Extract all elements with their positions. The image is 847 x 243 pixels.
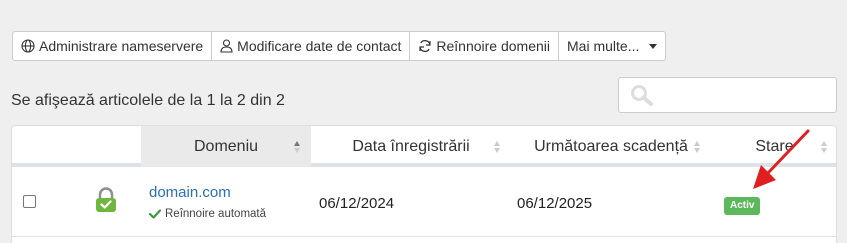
manage-nameservers-label: Administrare nameservere [39,38,204,54]
results-summary: Se afişează articolele de la 1 la 2 din … [11,92,285,109]
renew-domains-label: Reînnoire domenii [436,38,551,54]
header-next-due-date[interactable]: Următoarea scadență [511,126,711,167]
domains-table: Domeniu Data înregistrării Următoarea sc… [11,125,837,243]
refresh-icon [419,40,431,52]
header-next-due-label: Următoarea scadență [534,137,688,155]
auto-renew-indicator: Reînnoire automată [149,208,266,220]
header-domain-label: Domeniu [193,137,259,155]
header-registration-date[interactable]: Data înregistrării [311,126,511,167]
lock-icon [96,187,116,212]
table-row[interactable]: domain.com Reînnoire automată 06/12/2024… [12,171,836,237]
caret-down-icon [649,43,658,49]
check-icon [149,209,161,219]
header-registration-label: Data înregistrării [352,137,470,155]
registration-date-cell: 06/12/2024 [319,195,395,212]
header-checkbox-column [12,126,141,167]
header-domain[interactable]: Domeniu [141,126,311,167]
user-icon [220,39,233,53]
auto-renew-label: Reînnoire automată [165,208,267,220]
sort-icon [294,141,301,153]
next-due-date-cell: 06/12/2025 [517,195,593,212]
status-badge: Activ [724,197,761,215]
search-icon [631,85,653,106]
edit-contact-details-label: Modificare date de contact [237,38,402,54]
header-status-label: Stare [755,137,794,155]
row-select-checkbox[interactable] [23,195,36,208]
domain-link[interactable]: domain.com [149,184,231,201]
domain-actions-toolbar: Administrare nameservere Modificare date… [12,31,667,61]
more-actions-label: Mai multe... [567,38,640,54]
search-input[interactable] [618,77,837,113]
sort-icon [694,141,701,153]
edit-contact-details-button[interactable]: Modificare date de contact [211,31,411,61]
table-header: Domeniu Data înregistrării Următoarea sc… [12,126,836,167]
more-actions-dropdown[interactable]: Mai multe... [558,31,667,61]
manage-nameservers-button[interactable]: Administrare nameservere [12,31,213,61]
sort-icon [821,141,828,153]
header-status[interactable]: Stare [711,126,836,167]
renew-domains-button[interactable]: Reînnoire domenii [409,31,560,61]
globe-icon [21,39,35,53]
sort-icon [494,141,501,153]
